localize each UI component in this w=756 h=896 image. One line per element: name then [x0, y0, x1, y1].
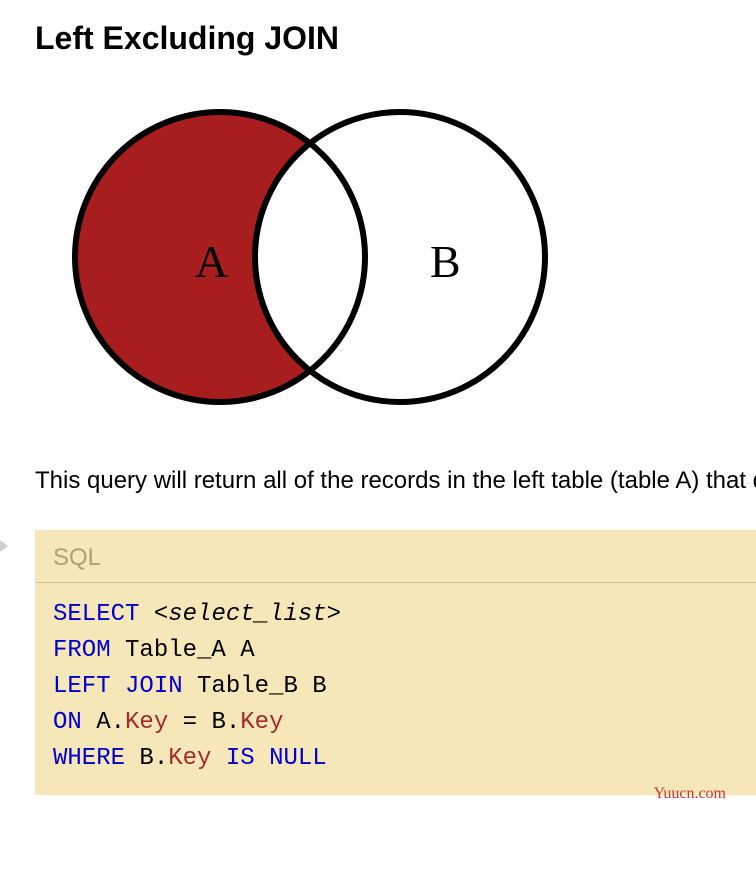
code-content: SELECT <select_list> FROM Table_A A LEFT… — [35, 583, 756, 795]
description-text: This query will return all of the record… — [35, 462, 756, 500]
venn-diagram: A B — [50, 97, 756, 422]
venn-label-a: A — [195, 236, 228, 287]
article-content: Left Excluding JOIN A B Thi — [0, 0, 756, 795]
watermark: Yuucn.com — [654, 785, 726, 803]
code-language-label: SQL — [35, 530, 756, 583]
sql-code-block: SQL SELECT <select_list> FROM Table_A A … — [35, 530, 756, 795]
section-heading: Left Excluding JOIN — [35, 20, 756, 57]
venn-svg: A B — [50, 97, 570, 417]
venn-label-b: B — [430, 236, 461, 287]
